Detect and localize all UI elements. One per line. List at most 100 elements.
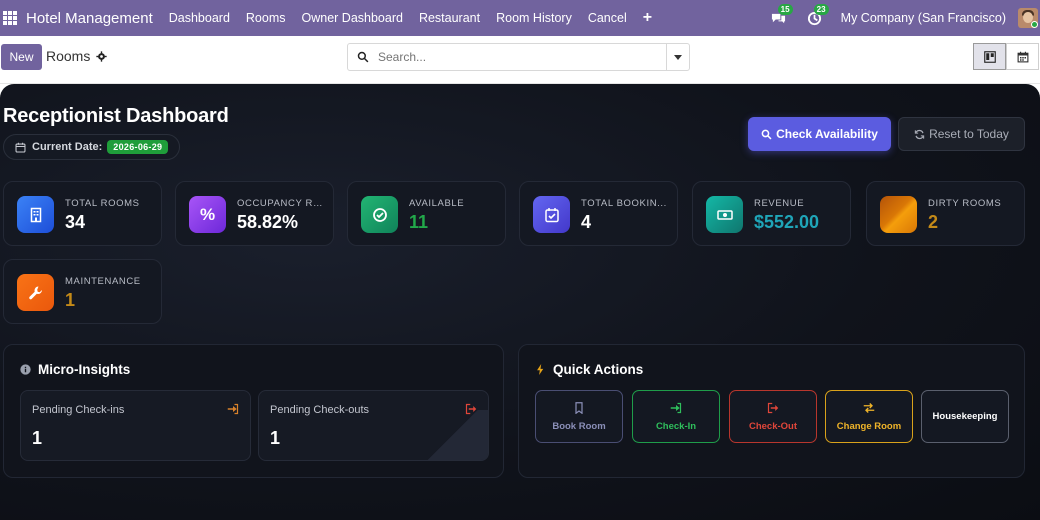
quick-actions-title: Quick Actions <box>535 362 643 377</box>
activities-button[interactable]: 23 <box>805 4 829 28</box>
building-icon <box>17 196 54 233</box>
reset-to-today-label: Reset to Today <box>929 127 1009 141</box>
stat-card-maintenance[interactable]: MAINTENANCE 1 <box>3 259 162 324</box>
page-title: Rooms <box>46 48 91 64</box>
reset-to-today-button[interactable]: Reset to Today <box>898 117 1025 151</box>
nav-plus-icon[interactable]: + <box>643 9 652 27</box>
breadcrumb: Rooms <box>46 48 108 64</box>
quick-actions-label: Quick Actions <box>553 362 644 377</box>
sign-in-icon <box>670 402 682 413</box>
nav-link-owner-dashboard[interactable]: Owner Dashboard <box>302 11 403 25</box>
refresh-icon <box>914 129 925 139</box>
stat-value: $552.00 <box>754 212 820 232</box>
nav-link-restaurant[interactable]: Restaurant <box>419 11 480 25</box>
activities-count-badge: 23 <box>813 4 829 15</box>
search-bar <box>347 43 690 71</box>
housekeeping-label: Housekeeping <box>932 411 998 422</box>
stat-label: OCCUPANCY RA... <box>237 198 329 209</box>
apps-menu-icon[interactable] <box>3 11 17 25</box>
calendar-icon <box>1017 51 1028 62</box>
pending-checkins-card[interactable]: Pending Check-ins 1 <box>20 390 251 461</box>
search-options-toggle[interactable] <box>666 44 689 70</box>
calendar-view-button[interactable] <box>1006 43 1039 70</box>
calendar-icon <box>15 142 26 152</box>
check-availability-label: Check Availability <box>776 127 878 141</box>
dirty-icon <box>880 196 917 233</box>
stat-label: AVAILABLE <box>409 198 465 209</box>
stat-label: DIRTY ROOMS <box>928 198 1002 209</box>
book-room-button[interactable]: Book Room <box>535 390 623 443</box>
nav-link-rooms[interactable]: Rooms <box>246 11 286 25</box>
check-availability-button[interactable]: Check Availability <box>748 117 891 151</box>
bolt-icon <box>537 364 544 375</box>
change-room-label: Change Room <box>836 420 902 432</box>
stat-value: 4 <box>581 212 592 232</box>
current-date-badge: 2026-06-29 <box>107 140 169 154</box>
stat-card-total-bookings[interactable]: TOTAL BOOKIN... 4 <box>519 181 678 246</box>
stat-card-total-rooms[interactable]: TOTAL ROOMS 34 <box>3 181 162 246</box>
micro-insights-title: Micro-Insights <box>20 362 130 377</box>
book-room-label: Book Room <box>552 420 606 432</box>
micro-insights-label: Micro-Insights <box>38 362 131 377</box>
check-in-label: Check-In <box>655 420 697 432</box>
receptionist-dashboard: Receptionist Dashboard Current Date: 202… <box>0 84 1040 520</box>
user-avatar[interactable] <box>1018 8 1038 28</box>
sign-in-icon <box>227 403 239 415</box>
pending-checkouts-label: Pending Check-outs <box>270 404 370 416</box>
pending-checkouts-value: 1 <box>270 428 281 448</box>
sign-out-icon <box>465 403 477 415</box>
caret-down-icon <box>674 54 682 60</box>
messages-button[interactable]: 15 <box>769 4 793 28</box>
search-icon <box>761 129 772 140</box>
stat-value: 34 <box>65 212 86 232</box>
bookmark-icon <box>575 401 583 414</box>
stat-card-available[interactable]: AVAILABLE 11 <box>347 181 506 246</box>
app-brand[interactable]: Hotel Management <box>26 10 153 27</box>
pending-checkins-value: 1 <box>32 428 43 448</box>
nav-link-room-history[interactable]: Room History <box>496 11 572 25</box>
housekeeping-button[interactable]: Housekeeping <box>921 390 1009 443</box>
check-circle-icon <box>361 196 398 233</box>
sign-out-icon <box>767 402 779 413</box>
kanban-view-button[interactable] <box>973 43 1006 70</box>
calendar-check-icon <box>533 196 570 233</box>
kanban-icon <box>983 50 996 63</box>
stat-value: 11 <box>409 212 429 232</box>
check-in-button[interactable]: Check-In <box>632 390 720 443</box>
micro-insights-panel: Micro-Insights Pending Check-ins 1 Pendi… <box>3 344 504 478</box>
new-button[interactable]: New <box>1 44 42 70</box>
gear-icon[interactable] <box>96 50 108 62</box>
stat-value: 2 <box>928 212 939 232</box>
stat-card-occupancy-rate[interactable]: % OCCUPANCY RA... 58.82% <box>175 181 334 246</box>
current-date-pill: Current Date: 2026-06-29 <box>3 134 181 160</box>
nav-link-dashboard[interactable]: Dashboard <box>169 11 230 25</box>
stat-value: 1 <box>65 290 76 310</box>
nav-link-cancel[interactable]: Cancel <box>588 11 627 25</box>
dashboard-title: Receptionist Dashboard <box>3 105 229 127</box>
check-out-button[interactable]: Check-Out <box>729 390 817 443</box>
top-navbar: Hotel Management Dashboard Rooms Owner D… <box>0 0 1040 36</box>
change-room-button[interactable]: Change Room <box>825 390 913 443</box>
view-switcher <box>973 43 1039 70</box>
info-circle-icon <box>20 364 31 375</box>
current-date-label: Current Date: <box>32 141 103 153</box>
online-status-dot <box>1031 21 1038 28</box>
stat-label: MAINTENANCE <box>65 276 141 287</box>
stat-card-revenue[interactable]: REVENUE $552.00 <box>692 181 851 246</box>
stat-label: REVENUE <box>754 198 805 209</box>
stat-card-dirty-rooms[interactable]: DIRTY ROOMS 2 <box>866 181 1025 246</box>
quick-actions-panel: Quick Actions Book Room Check-In Check-O… <box>518 344 1025 478</box>
search-input[interactable] <box>378 50 658 64</box>
money-icon <box>706 196 743 233</box>
stat-label: TOTAL ROOMS <box>65 198 140 209</box>
stat-value: 58.82% <box>237 212 299 232</box>
control-panel: New Rooms <box>0 36 1040 84</box>
check-out-label: Check-Out <box>748 420 798 432</box>
exchange-icon <box>863 402 875 413</box>
percent-icon: % <box>189 196 226 233</box>
search-icon <box>357 51 369 63</box>
company-switcher[interactable]: My Company (San Francisco) <box>841 11 1006 25</box>
pending-checkouts-card[interactable]: Pending Check-outs 1 <box>258 390 489 461</box>
pending-checkins-label: Pending Check-ins <box>32 404 125 416</box>
stat-label: TOTAL BOOKIN... <box>581 198 667 209</box>
